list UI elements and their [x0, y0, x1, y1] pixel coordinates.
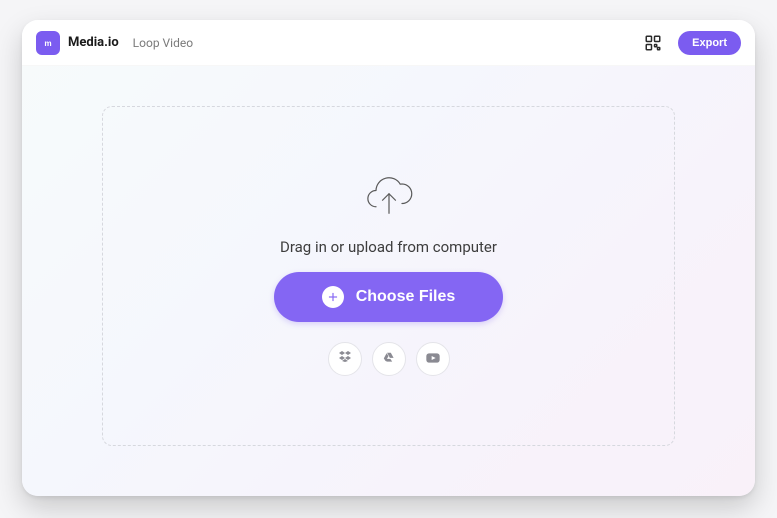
brand-name[interactable]: Media.io [68, 35, 119, 50]
qr-code-icon[interactable] [644, 34, 662, 52]
cloud-upload-icon [363, 176, 415, 222]
dropzone-instruction: Drag in or upload from computer [280, 238, 497, 256]
plus-icon [322, 286, 344, 308]
tool-title: Loop Video [133, 36, 193, 50]
google-drive-source-button[interactable] [372, 342, 406, 376]
brand-logo[interactable]: m [36, 31, 60, 55]
alt-sources-row [328, 342, 450, 376]
main-area: Drag in or upload from computer Choose F… [22, 66, 755, 496]
upload-dropzone[interactable]: Drag in or upload from computer Choose F… [102, 106, 675, 446]
header-bar: m Media.io Loop Video Export [22, 20, 755, 66]
svg-text:m: m [44, 38, 51, 47]
export-button[interactable]: Export [678, 31, 741, 55]
choose-files-button[interactable]: Choose Files [274, 272, 504, 322]
dropbox-source-button[interactable] [328, 342, 362, 376]
youtube-source-button[interactable] [416, 342, 450, 376]
app-window: m Media.io Loop Video Export [22, 20, 755, 496]
youtube-icon [425, 350, 441, 369]
dropbox-icon [337, 350, 353, 369]
google-drive-icon [381, 350, 397, 369]
choose-files-label: Choose Files [356, 288, 456, 306]
